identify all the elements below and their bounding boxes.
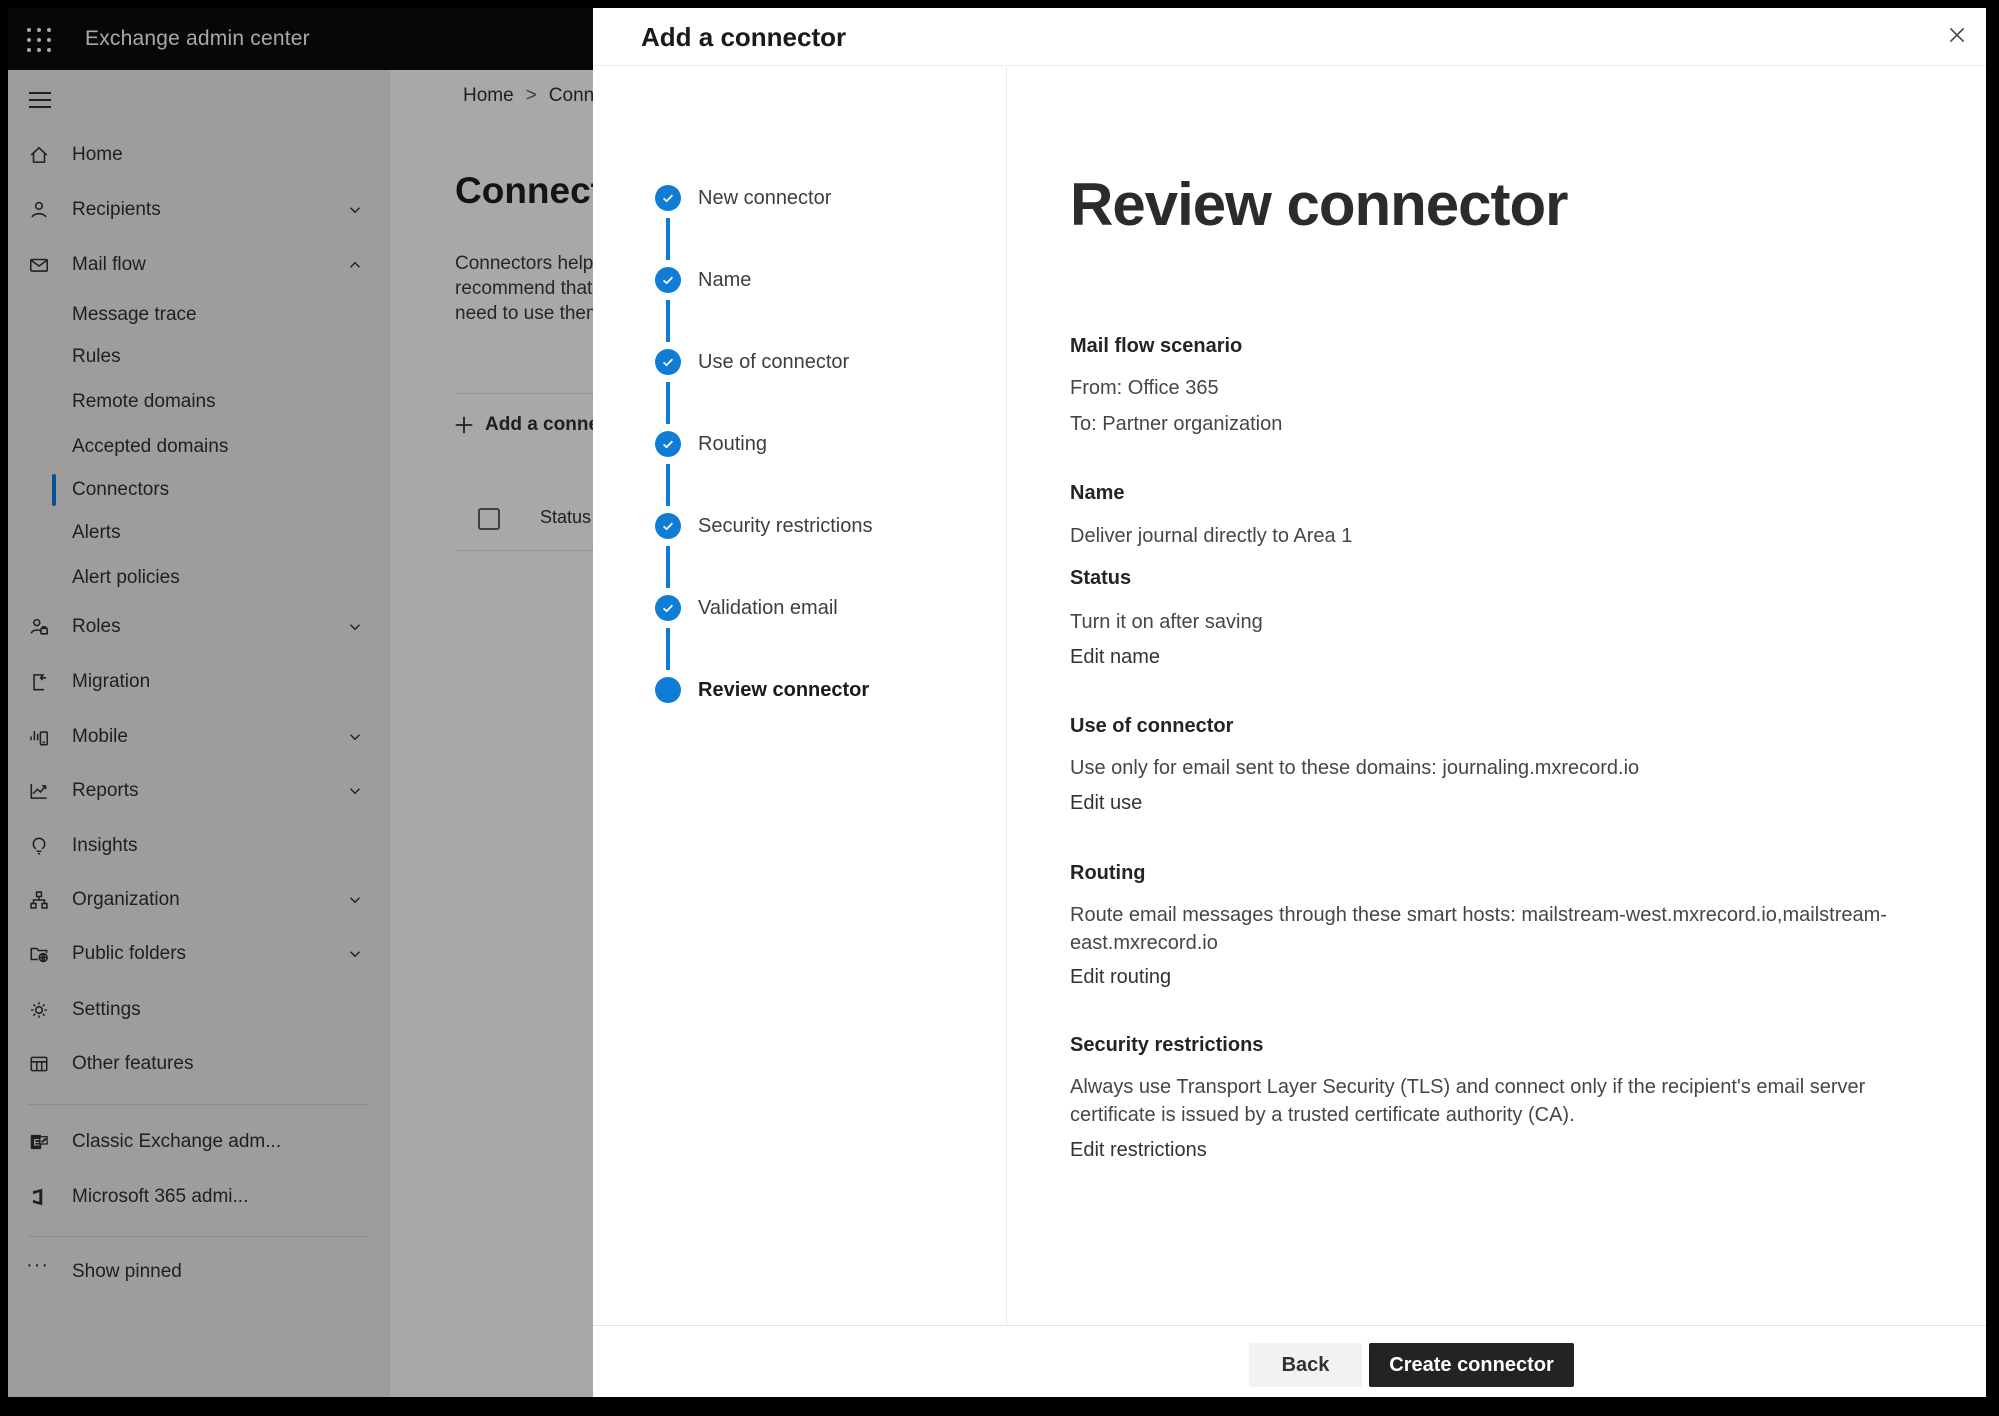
- edit-routing-link[interactable]: Edit routing: [1070, 963, 1171, 991]
- review-heading: Review connector: [1070, 170, 1568, 239]
- use-of-connector-value: Use only for email sent to these domains…: [1070, 754, 1639, 782]
- exchange-admin-app: Exchange admin center Home Recipients Ma…: [8, 8, 1986, 1397]
- wizard-step-routing[interactable]: Routing: [698, 430, 767, 458]
- section-title-mail-flow-scenario: Mail flow scenario: [1070, 332, 1242, 360]
- step-complete-icon[interactable]: [655, 349, 681, 375]
- step-current-icon[interactable]: [655, 677, 681, 703]
- step-complete-icon[interactable]: [655, 267, 681, 293]
- mail-flow-from-value: From: Office 365: [1070, 374, 1219, 402]
- mail-flow-to-value: To: Partner organization: [1070, 410, 1282, 438]
- back-button[interactable]: Back: [1249, 1343, 1362, 1387]
- name-value: Deliver journal directly to Area 1: [1070, 522, 1352, 550]
- modal-footer-divider: [593, 1325, 1986, 1326]
- wizard-step-validation-email[interactable]: Validation email: [698, 594, 838, 622]
- step-complete-icon[interactable]: [655, 595, 681, 621]
- wizard-step-review-connector[interactable]: Review connector: [698, 676, 869, 704]
- step-connector-line: [666, 382, 670, 424]
- step-complete-icon[interactable]: [655, 185, 681, 211]
- status-value: Turn it on after saving: [1070, 608, 1263, 636]
- step-connector-line: [666, 546, 670, 588]
- wizard-step-security-restrictions[interactable]: Security restrictions: [698, 512, 873, 540]
- section-title-name: Name: [1070, 479, 1124, 507]
- step-connector-line: [666, 628, 670, 670]
- create-connector-button[interactable]: Create connector: [1369, 1343, 1574, 1387]
- section-title-use-of-connector: Use of connector: [1070, 712, 1233, 740]
- edit-use-link[interactable]: Edit use: [1070, 789, 1142, 817]
- step-connector-line: [666, 464, 670, 506]
- section-title-routing: Routing: [1070, 859, 1146, 887]
- modal-title: Add a connector: [641, 22, 846, 53]
- section-title-status: Status: [1070, 564, 1131, 592]
- wizard-step-new-connector[interactable]: New connector: [698, 184, 831, 212]
- section-title-security-restrictions: Security restrictions: [1070, 1031, 1263, 1059]
- step-complete-icon[interactable]: [655, 513, 681, 539]
- step-connector-line: [666, 300, 670, 342]
- step-complete-icon[interactable]: [655, 431, 681, 457]
- close-icon[interactable]: [1941, 19, 1973, 51]
- wizard-step-use-of-connector[interactable]: Use of connector: [698, 348, 849, 376]
- step-connector-line: [666, 218, 670, 260]
- wizard-step-name[interactable]: Name: [698, 266, 751, 294]
- wizard-step-panel: New connector Name Use of connector Rout…: [593, 66, 1007, 1325]
- add-connector-modal: Add a connector New connector Name Use o…: [593, 8, 1986, 1397]
- edit-name-link[interactable]: Edit name: [1070, 643, 1160, 671]
- routing-value: Route email messages through these smart…: [1070, 901, 1887, 957]
- edit-restrictions-link[interactable]: Edit restrictions: [1070, 1136, 1207, 1164]
- security-restrictions-value: Always use Transport Layer Security (TLS…: [1070, 1073, 1865, 1129]
